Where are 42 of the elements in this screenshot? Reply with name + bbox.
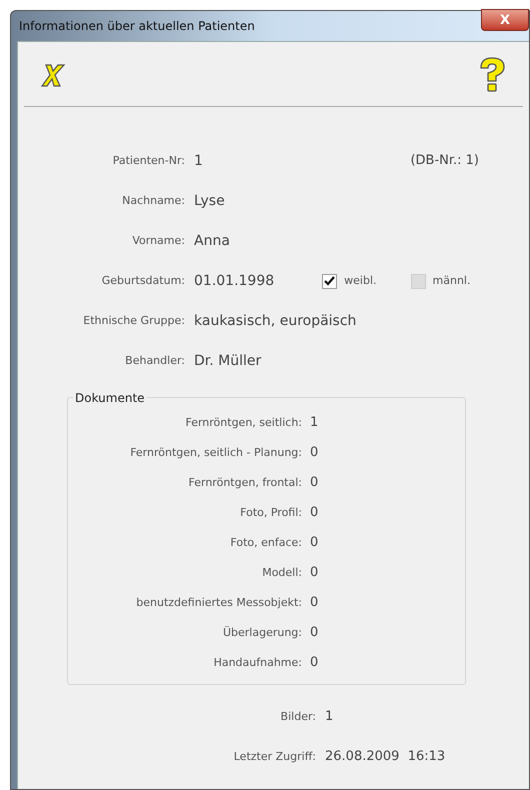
field-value: kaukasisch, europäisch — [194, 312, 356, 330]
field-label: Letzter Zugriff: — [232, 748, 317, 765]
checkbox-label: weibl. — [344, 272, 377, 289]
document-label: Fernröntgen, frontal: — [188, 474, 303, 491]
checkmark-icon — [324, 276, 336, 286]
document-label: Foto, enface: — [229, 534, 303, 551]
document-count: 0 — [310, 474, 318, 492]
document-label: benutzdefiniertes Messobjekt: — [135, 594, 303, 611]
field-label: Nachname: — [121, 192, 186, 209]
window-title: Informationen über aktuellen Patienten — [19, 18, 255, 35]
db-number: (DB-Nr.: 1) — [410, 152, 479, 170]
document-label: Handaufnahme: — [212, 654, 303, 671]
document-label: Foto, Profil: — [239, 504, 303, 521]
close-button[interactable]: X — [481, 9, 529, 31]
field-label: Vorname: — [131, 232, 186, 249]
field-label: Behandler: — [124, 352, 186, 369]
field-value: Dr. Müller — [194, 352, 262, 370]
field-value: Lyse — [194, 192, 225, 210]
field-label: Ethnische Gruppe: — [82, 312, 186, 329]
field-value: 1 — [325, 708, 334, 726]
field-value: 01.01.1998 — [194, 272, 274, 290]
checkbox-label: männl. — [432, 272, 470, 289]
document-label: Fernröntgen, seitlich - Planung: — [129, 444, 303, 461]
field-label: Bilder: — [280, 708, 317, 725]
document-label: Überlagerung: — [222, 624, 303, 641]
checkbox[interactable] — [410, 274, 426, 288]
document-label: Modell: — [261, 564, 303, 581]
field-value: 1 — [194, 152, 203, 170]
field-value: Anna — [194, 232, 230, 250]
document-count: 1 — [310, 414, 318, 432]
document-count: 0 — [310, 624, 318, 642]
document-count: 0 — [310, 594, 318, 612]
field-label: Geburtsdatum: — [100, 272, 186, 289]
document-count: 0 — [310, 654, 318, 672]
document-count: 0 — [310, 444, 318, 462]
field-label: Patienten-Nr: — [112, 152, 186, 169]
field-value: 26.08.2009 16:13 — [325, 748, 446, 766]
document-count: 0 — [310, 564, 318, 582]
document-count: 0 — [310, 504, 318, 522]
document-label: Fernröntgen, seitlich: — [184, 414, 303, 431]
document-count: 0 — [310, 534, 318, 552]
checkbox[interactable] — [322, 274, 338, 288]
